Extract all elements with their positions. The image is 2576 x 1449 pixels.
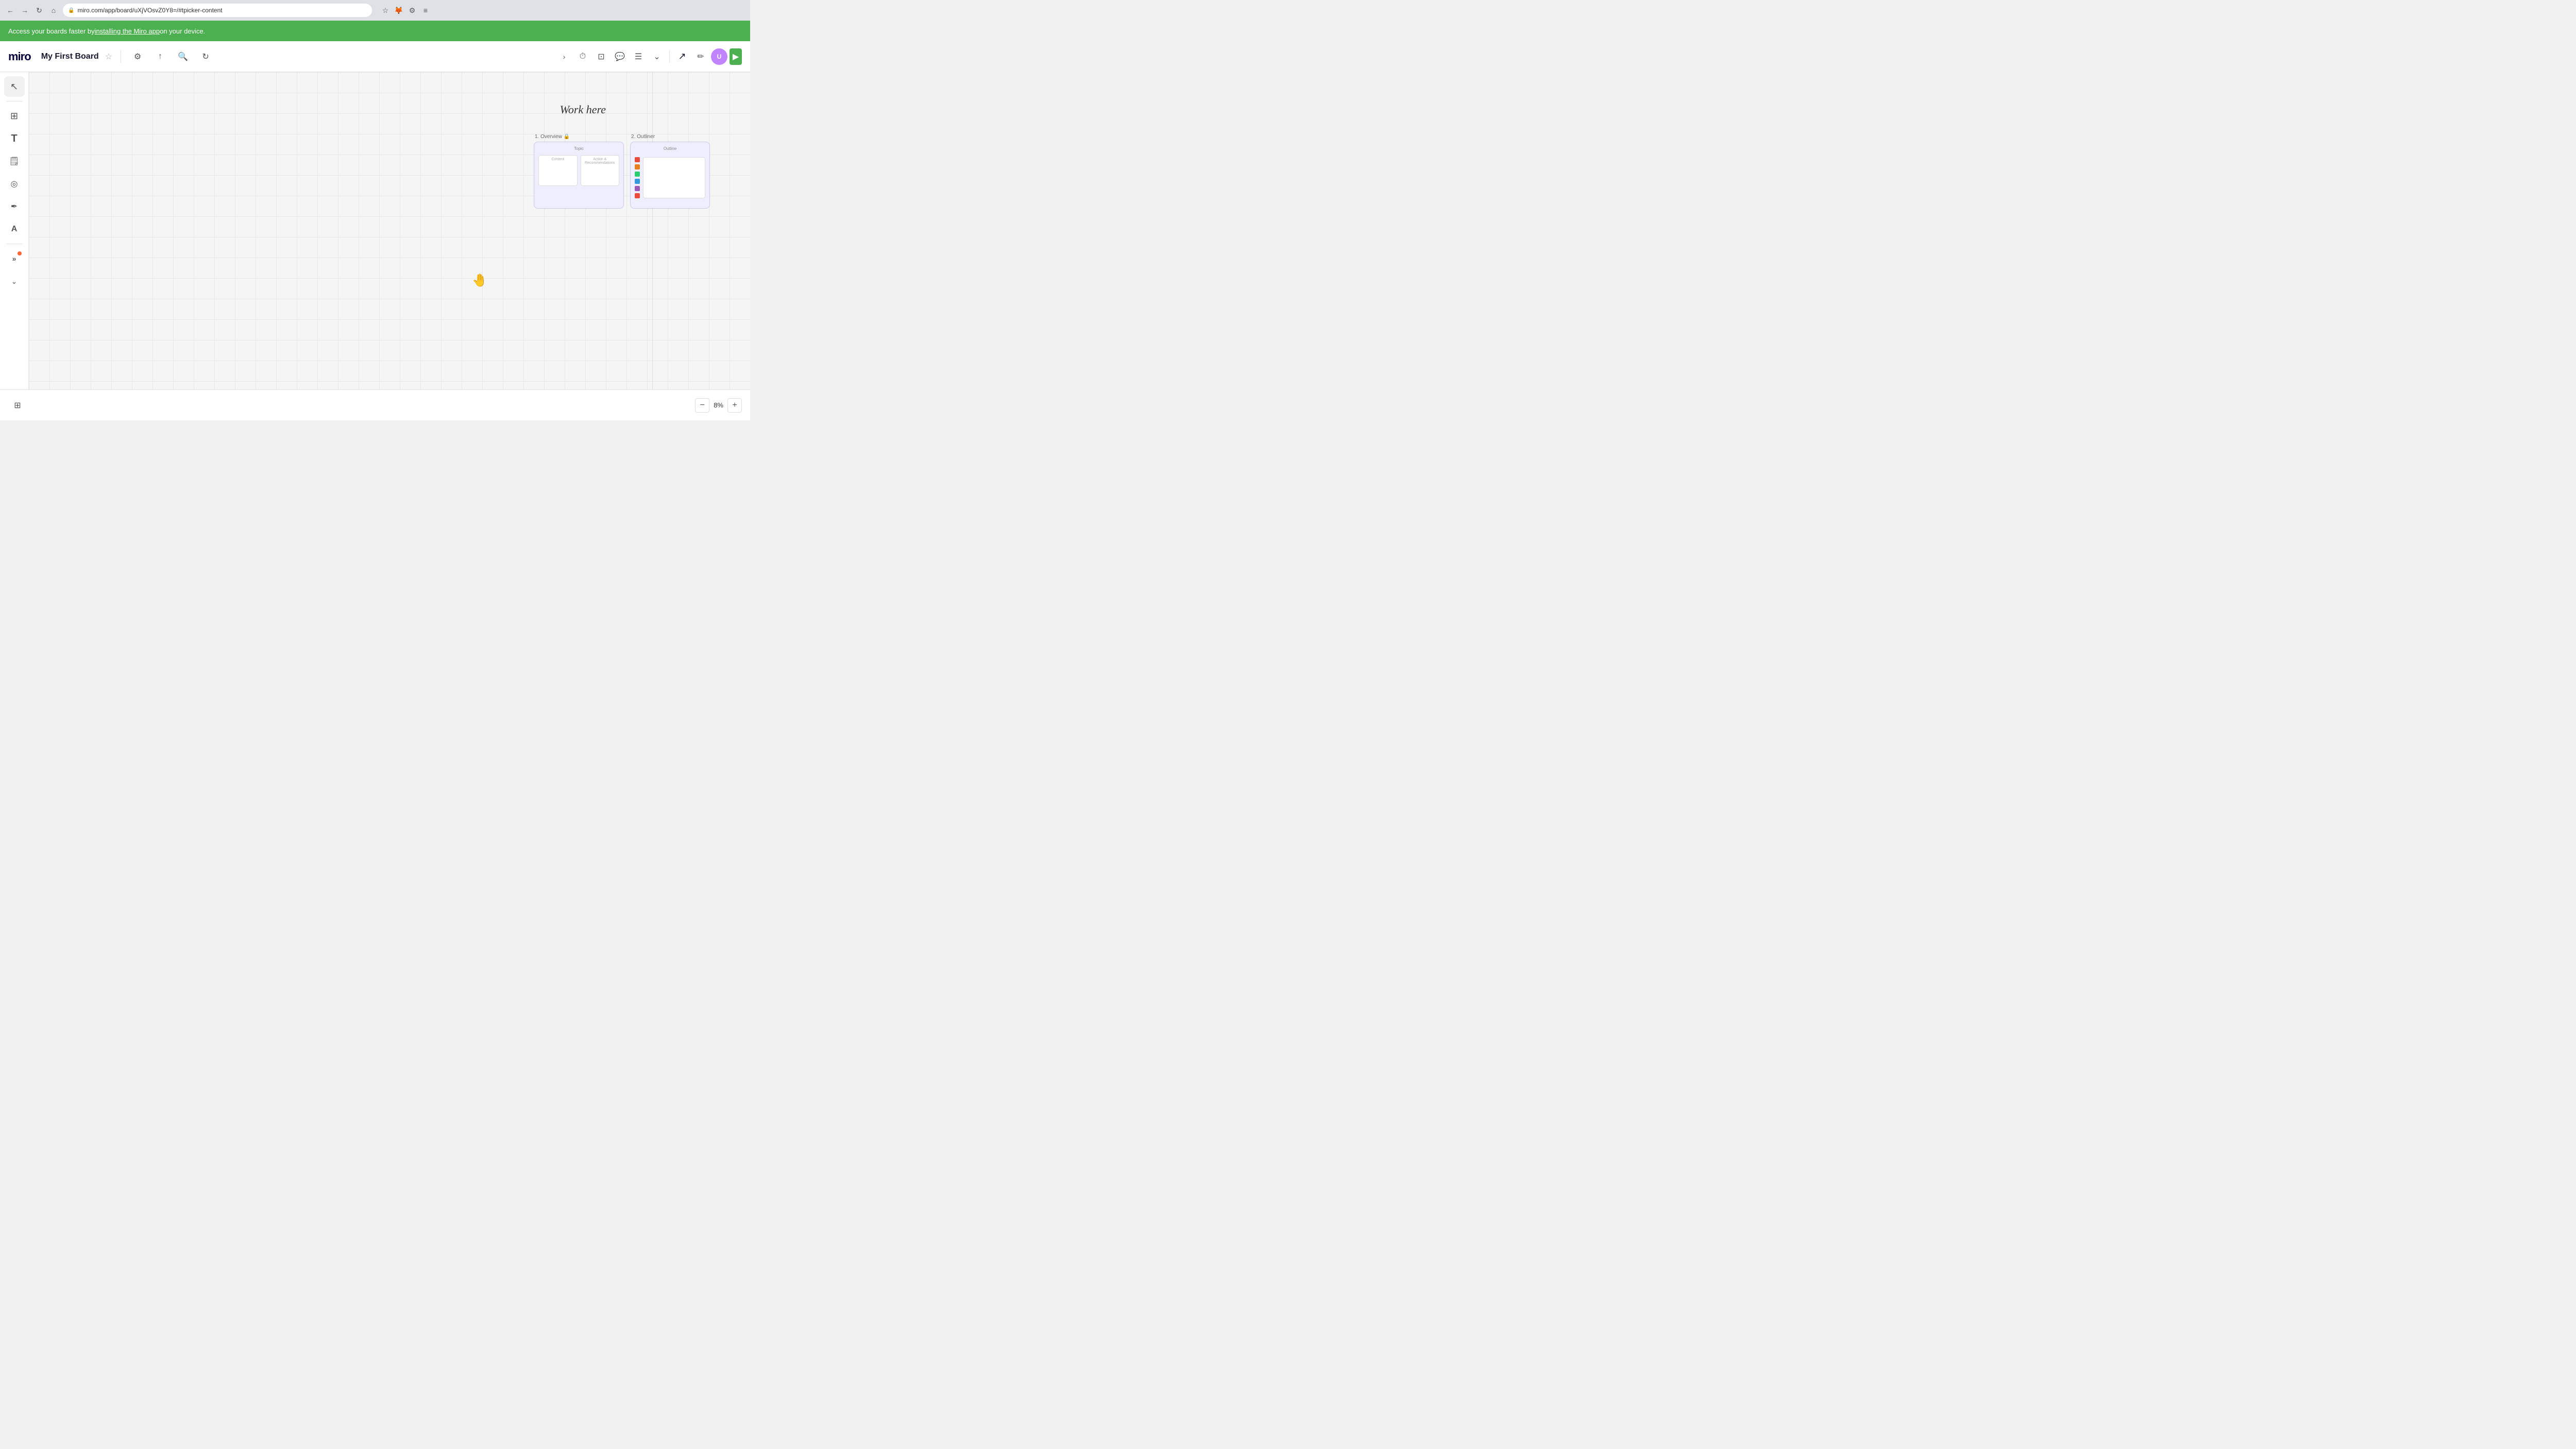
zoom-in-button[interactable]: + (727, 398, 742, 413)
frame-1-inner-title: Topic (538, 146, 619, 151)
color-dot-6 (635, 193, 640, 198)
expand-right-button[interactable]: ▶ (730, 48, 742, 65)
forward-button[interactable]: → (20, 5, 30, 15)
expand-tools-button[interactable]: ⌄ (4, 271, 25, 292)
sync-button[interactable]: ↻ (197, 48, 214, 65)
text-tool-button[interactable]: T (4, 128, 25, 149)
frame-2-label: 2. Outliner (630, 134, 710, 140)
marker-tool-button[interactable]: A (4, 219, 25, 240)
notification-dot (18, 251, 22, 255)
frame-2-color-dots (635, 155, 640, 200)
browser-actions: ☆ 🦊 ⚙ ≡ (380, 5, 431, 15)
frame-2-inner (635, 155, 705, 200)
star-icon[interactable]: ☆ (105, 52, 112, 62)
frames-tool-button[interactable]: ⊞ (4, 106, 25, 126)
color-dot-2 (635, 164, 640, 169)
search-button[interactable]: 🔍 (175, 48, 191, 65)
toolbar-separator-2 (669, 50, 670, 63)
home-button[interactable]: ⌂ (48, 5, 59, 15)
board-title[interactable]: My First Board (41, 52, 99, 61)
zoom-out-button[interactable]: − (695, 398, 709, 413)
banner-text-after: on your device. (160, 27, 205, 35)
top-toolbar: miro My First Board ☆ ⚙ ↑ 🔍 ↻ › ⏱ ⊡ 💬 ☰ … (0, 41, 750, 72)
frame-2-content (643, 157, 705, 198)
frame-1-label: 1. Overview 🔒 (534, 134, 624, 140)
left-sidebar: ↖ ⊞ T 🗒 ◎ ✒ A » ⌄ (0, 72, 29, 389)
bottom-bar: ⊞ − 8% + (0, 389, 750, 420)
frame-1-boxes: Content Action & Recommendations (538, 155, 619, 186)
frames-toggle-button[interactable]: ⊞ (8, 396, 27, 415)
sticky-tool-button[interactable]: 🗒 (4, 151, 25, 172)
app-banner: Access your boards faster by installing … (0, 21, 750, 41)
select-tool-button[interactable]: ↖ (4, 76, 25, 97)
bottom-left-controls: ⊞ (8, 396, 27, 415)
frame-2-card[interactable]: Outline (630, 142, 710, 209)
list-button[interactable]: ☰ (630, 48, 647, 65)
share-button[interactable]: ↑ (152, 48, 168, 65)
url-text: miro.com/app/board/uXjVOsvZ0Y8=/#tpicker… (77, 7, 222, 14)
user-avatar[interactable]: U (711, 48, 727, 65)
comment-button[interactable]: 💬 (612, 48, 628, 65)
frame-2-inner-title: Outline (635, 146, 705, 151)
frame-1-box-2: Action & Recommendations (581, 155, 620, 186)
shapes-tool-button[interactable]: ◎ (4, 174, 25, 194)
address-bar[interactable]: 🔒 miro.com/app/board/uXjVOsvZ0Y8=/#tpick… (63, 4, 372, 17)
more-options-button[interactable]: ⌄ (649, 48, 665, 65)
banner-link[interactable]: installing the Miro app (95, 27, 160, 35)
color-dot-5 (635, 186, 640, 191)
canvas-divider (652, 72, 653, 389)
frame-picker-button[interactable]: ⊡ (593, 48, 609, 65)
canvas-cursor: 🤚 (472, 273, 487, 288)
frame-1[interactable]: 1. Overview 🔒 Topic Content Action & Rec… (534, 134, 624, 209)
pen-tool-button[interactable]: ✏ (692, 48, 709, 65)
miro-logo[interactable]: miro (8, 50, 31, 63)
banner-text-before: Access your boards faster by (8, 27, 95, 35)
arrow-nav-button[interactable]: › (556, 48, 572, 65)
timer-button[interactable]: ⏱ (574, 48, 591, 65)
color-dot-4 (635, 179, 640, 184)
color-dot-3 (635, 172, 640, 177)
bottom-right-controls: − 8% + (695, 398, 742, 413)
frames-row: 1. Overview 🔒 Topic Content Action & Rec… (534, 134, 730, 209)
zoom-level-display: 8% (714, 401, 723, 409)
color-dot-1 (635, 157, 640, 162)
back-button[interactable]: ← (5, 5, 15, 15)
frames-panel: 1. Overview 🔒 Topic Content Action & Rec… (534, 134, 730, 209)
frame-2[interactable]: 2. Outliner Outline (630, 134, 710, 209)
canvas-area[interactable]: Work here 1. Overview 🔒 Topic Content Ac… (29, 72, 750, 389)
browser-chrome: ← → ↻ ⌂ 🔒 miro.com/app/board/uXjVOsvZ0Y8… (0, 0, 750, 21)
work-here-text: Work here (560, 103, 606, 116)
collaborate-arrow-button[interactable]: ↗ (674, 48, 690, 65)
pen-tool-button[interactable]: ✒ (4, 196, 25, 217)
menu-button[interactable]: ≡ (420, 5, 431, 15)
refresh-button[interactable]: ↻ (34, 5, 44, 15)
bookmark-button[interactable]: ☆ (380, 5, 391, 15)
settings-button[interactable]: ⚙ (407, 5, 417, 15)
extension-button[interactable]: 🦊 (394, 5, 404, 15)
lock-icon: 🔒 (68, 8, 74, 13)
more-tools-button[interactable]: » (4, 248, 25, 269)
settings-button[interactable]: ⚙ (129, 48, 146, 65)
frame-1-card[interactable]: Topic Content Action & Recommendations (534, 142, 624, 209)
frame-1-box-1: Content (538, 155, 578, 186)
